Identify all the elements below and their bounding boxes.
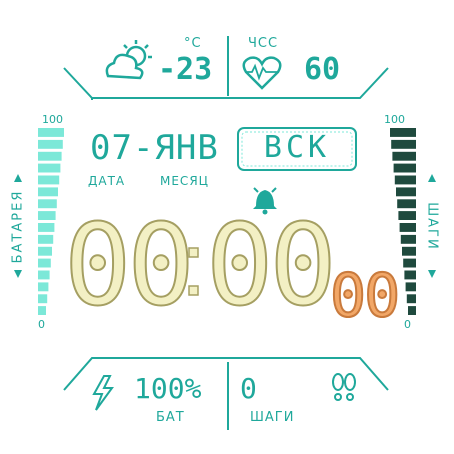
battery-caption: БАТ	[156, 410, 185, 425]
date-value: 07-ЯНВ	[90, 128, 219, 168]
steps-bars-segment	[391, 139, 416, 149]
steps-bars-segment	[400, 234, 416, 244]
battery-bars-segment	[38, 246, 52, 256]
battery-down-arrow-icon	[14, 270, 22, 278]
steps-bars-segment	[403, 258, 416, 268]
battery-bars-segment	[38, 211, 56, 220]
battery-bars-segment	[38, 163, 61, 173]
lightning-icon	[92, 375, 114, 411]
steps-side-label: ШАГИ	[424, 202, 440, 251]
steps-bars-segment	[392, 151, 416, 161]
battery-bars-segment	[38, 234, 54, 244]
date-caption: ДАТА	[88, 174, 126, 188]
battery-min-label: 0	[38, 318, 46, 331]
steps-bars-segment	[405, 282, 416, 292]
battery-bars-segment	[38, 270, 50, 280]
battery-bars-segment	[38, 187, 58, 197]
temperature-unit: °C	[184, 36, 202, 51]
steps-max-label: 100	[384, 113, 405, 126]
battery-side-label: БАТАРЕЯ	[10, 189, 26, 264]
time-hours: 00	[63, 201, 196, 331]
battery-max-label: 100	[42, 113, 63, 126]
heart-rate-label: ЧСС	[248, 36, 279, 51]
steps-bars-segment	[402, 246, 416, 256]
battery-bars-segment	[38, 151, 62, 161]
steps-bars-segment	[398, 211, 416, 220]
steps-bars-segment	[390, 128, 416, 137]
steps-bars-segment	[404, 270, 416, 280]
battery-up-arrow-icon	[14, 174, 22, 182]
battery-bars-segment	[38, 223, 55, 232]
heart-rate-value: 60	[304, 52, 341, 87]
battery-bars-segment	[38, 282, 49, 292]
steps-bars-segment	[394, 175, 416, 185]
time-seconds: 00	[329, 261, 401, 331]
weekday-value: ВСК	[263, 130, 331, 165]
steps-min-label: 0	[404, 318, 412, 331]
heart-pulse-icon	[242, 56, 282, 90]
month-caption: МЕСЯЦ	[160, 174, 209, 188]
steps-bars-segment	[397, 199, 416, 209]
battery-percent-value: 100%	[134, 372, 202, 405]
footprints-icon	[332, 373, 356, 401]
steps-bars-segment	[393, 163, 416, 173]
steps-down-arrow-icon	[428, 270, 436, 278]
steps-bars-segment	[406, 294, 416, 304]
battery-bars-segment	[38, 258, 51, 268]
time-minutes: 00	[205, 201, 338, 331]
steps-bars-segment	[408, 306, 416, 315]
battery-bars-segment	[38, 139, 63, 149]
steps-value: 0	[240, 372, 257, 405]
cloud-sun-icon	[105, 40, 152, 80]
battery-bars-segment	[38, 294, 48, 304]
steps-caption: ШАГИ	[250, 410, 295, 425]
steps-up-arrow-icon	[428, 174, 436, 182]
temperature-value: -23	[158, 52, 213, 87]
steps-bars-segment	[396, 187, 416, 197]
battery-bars-segment	[38, 128, 64, 137]
steps-bars-segment	[399, 223, 416, 232]
battery-bars-segment	[38, 199, 57, 209]
battery-gauge	[38, 128, 64, 315]
battery-bars-segment	[38, 175, 60, 185]
battery-bars-segment	[38, 306, 46, 315]
